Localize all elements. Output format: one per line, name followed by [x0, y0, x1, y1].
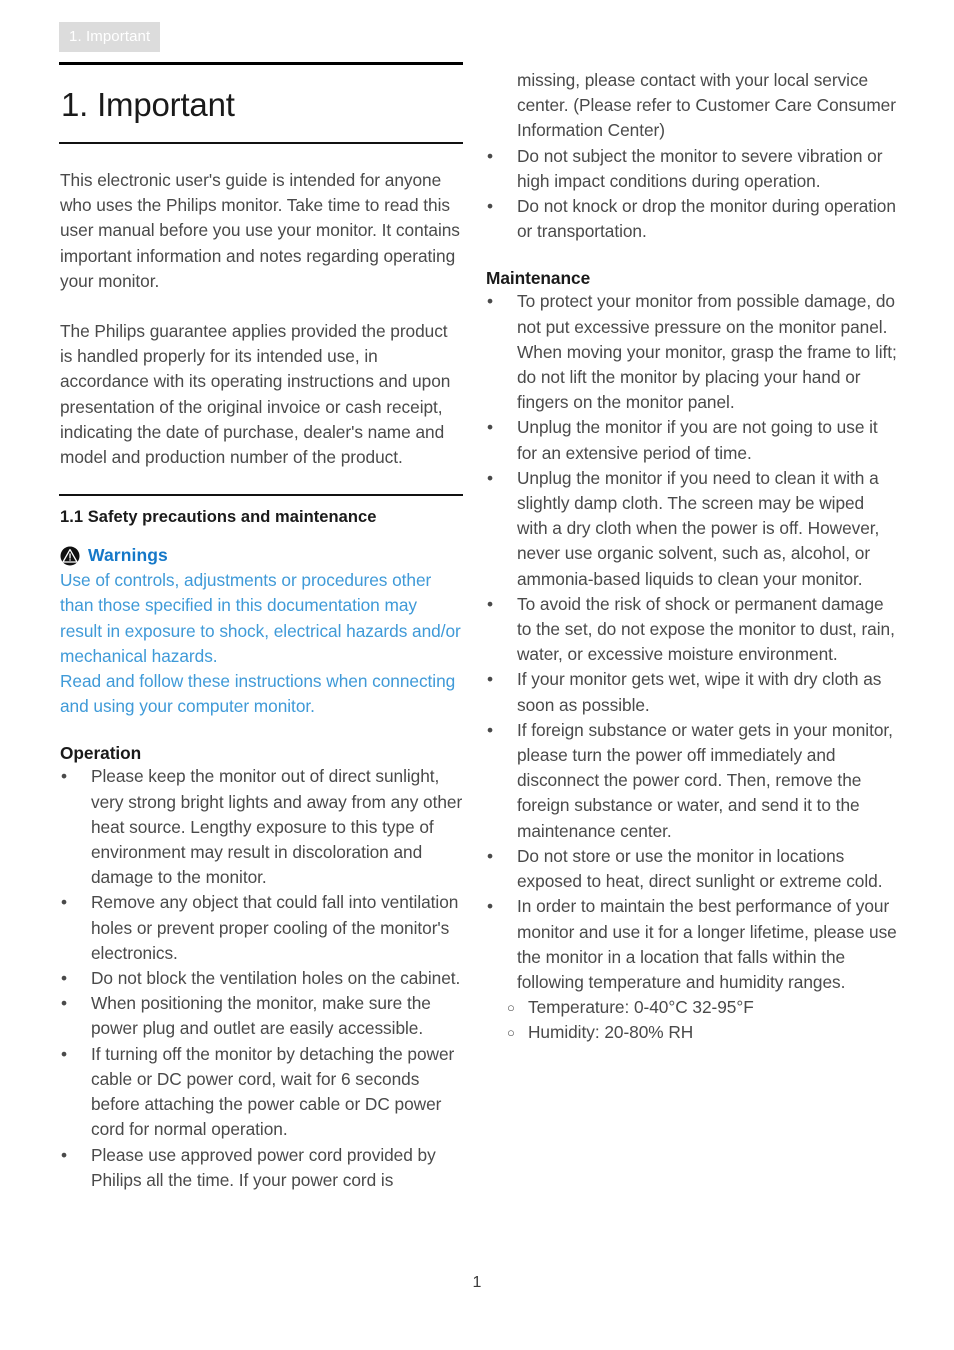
bullet-glyph: •: [61, 1144, 68, 1165]
list-item: • Unplug the monitor if you need to clea…: [485, 466, 897, 592]
list-item: • If your monitor gets wet, wipe it with…: [485, 667, 897, 717]
bullet-glyph: •: [487, 145, 494, 166]
intro-paragraph-2: The Philips guarantee applies provided t…: [60, 321, 451, 468]
bullet-glyph: •: [487, 417, 494, 438]
warning-triangle-icon: [60, 546, 80, 566]
temperature-humidity-sub-list: ○ Temperature: 0-40°C 32-95°F ○ Humidity…: [485, 995, 897, 1045]
list-item-text: Please keep the monitor out of direct su…: [91, 766, 463, 888]
list-item-text: When positioning the monitor, make sure …: [91, 993, 431, 1039]
list-item-text: If your monitor gets wet, wipe it with d…: [517, 669, 882, 715]
list-item-text: Do not store or use the monitor in locat…: [517, 845, 883, 892]
list-item-text: To avoid the risk of shock or permanent …: [517, 593, 895, 665]
list-item: • To protect your monitor from possible …: [485, 289, 897, 415]
list-item-text: Do not subject the monitor to severe vib…: [517, 145, 883, 191]
maintenance-bullet-list: • To protect your monitor from possible …: [485, 289, 897, 995]
bullet-glyph: •: [487, 896, 494, 917]
list-item-text: Please use approved power cord provided …: [91, 1144, 436, 1190]
list-item-text: Remove any object that could fall into v…: [91, 892, 459, 963]
sub-list-item: ○ Temperature: 0-40°C 32-95°F: [485, 995, 897, 1020]
list-item-continuation: missing, please contact with your local …: [517, 70, 896, 141]
right-column: missing, please contact with your local …: [485, 68, 897, 1046]
list-item: • Do not knock or drop the monitor durin…: [485, 194, 897, 244]
list-item: • Please use approved power cord provide…: [59, 1143, 463, 1193]
sub-list-item-text: Humidity: 20-80% RH: [528, 1022, 694, 1043]
bullet-glyph: •: [61, 968, 68, 989]
sub-bullet-glyph: ○: [507, 1025, 515, 1041]
list-item: • If turning off the monitor by detachin…: [59, 1042, 463, 1143]
left-column: 1. Important This electronic user's guid…: [59, 62, 463, 1193]
list-item: • If foreign substance or water gets in …: [485, 718, 897, 844]
list-item-text: If turning off the monitor by detaching …: [91, 1043, 455, 1140]
page-title: 1. Important: [61, 86, 235, 123]
bullet-glyph: •: [61, 892, 68, 913]
warnings-header: Warnings: [60, 545, 463, 566]
bullet-glyph: •: [487, 669, 494, 690]
bullet-glyph: •: [487, 719, 494, 740]
bullet-glyph: •: [61, 993, 68, 1014]
warning-paragraph-1: Use of controls, adjustments or procedur…: [60, 570, 461, 666]
list-item: • Do not subject the monitor to severe v…: [485, 144, 897, 194]
list-item-text: If foreign substance or water gets in yo…: [517, 719, 893, 841]
list-item-text: Do not block the ventilation holes on th…: [91, 968, 461, 989]
running-header-tag: 1. Important: [59, 22, 161, 52]
bullet-glyph: •: [61, 766, 68, 787]
section-title-1-1: 1.1 Safety precautions and maintenance: [60, 508, 377, 527]
document-page: 1. Important 1. Important This electroni…: [0, 0, 954, 1350]
list-item: • Do not store or use the monitor in loc…: [485, 844, 897, 894]
sub-list-item-text: Temperature: 0-40°C 32-95°F: [528, 997, 754, 1018]
list-item: • In order to maintain the best performa…: [485, 894, 897, 995]
list-item: • To avoid the risk of shock or permanen…: [485, 592, 897, 668]
list-item: • Remove any object that could fall into…: [59, 890, 463, 966]
bullet-glyph: •: [487, 291, 494, 312]
bullet-glyph: •: [61, 1043, 68, 1064]
page-number: 1: [472, 1274, 482, 1291]
warnings-title: Warnings: [88, 545, 168, 566]
list-item-text: Unplug the monitor if you are not going …: [517, 417, 878, 463]
warning-paragraph-2: Read and follow these instructions when …: [60, 671, 456, 717]
maintenance-heading: Maintenance: [486, 268, 591, 289]
operation-bullet-list-continued: missing, please contact with your local …: [485, 68, 897, 244]
operation-bullet-list: • Please keep the monitor out of direct …: [59, 764, 463, 1192]
list-item-text: Do not knock or drop the monitor during …: [517, 196, 896, 242]
list-item-text: To protect your monitor from possible da…: [517, 291, 897, 413]
sub-bullet-glyph: ○: [507, 1000, 515, 1016]
operation-heading: Operation: [60, 743, 142, 764]
list-item: • Please keep the monitor out of direct …: [59, 764, 463, 890]
list-item: • When positioning the monitor, make sur…: [59, 991, 463, 1041]
list-item: • Do not block the ventilation holes on …: [59, 966, 463, 991]
bullet-glyph: •: [487, 593, 494, 614]
list-item: • Unplug the monitor if you are not goin…: [485, 415, 897, 465]
list-item-text: In order to maintain the best performanc…: [517, 896, 897, 992]
bullet-glyph: •: [487, 196, 494, 217]
sub-list-item: ○ Humidity: 20-80% RH: [485, 1020, 897, 1045]
intro-paragraph-1: This electronic user's guide is intended…: [60, 170, 460, 291]
bullet-glyph: •: [487, 845, 494, 866]
bullet-glyph: •: [487, 467, 494, 488]
list-item-text: Unplug the monitor if you need to clean …: [517, 467, 880, 589]
